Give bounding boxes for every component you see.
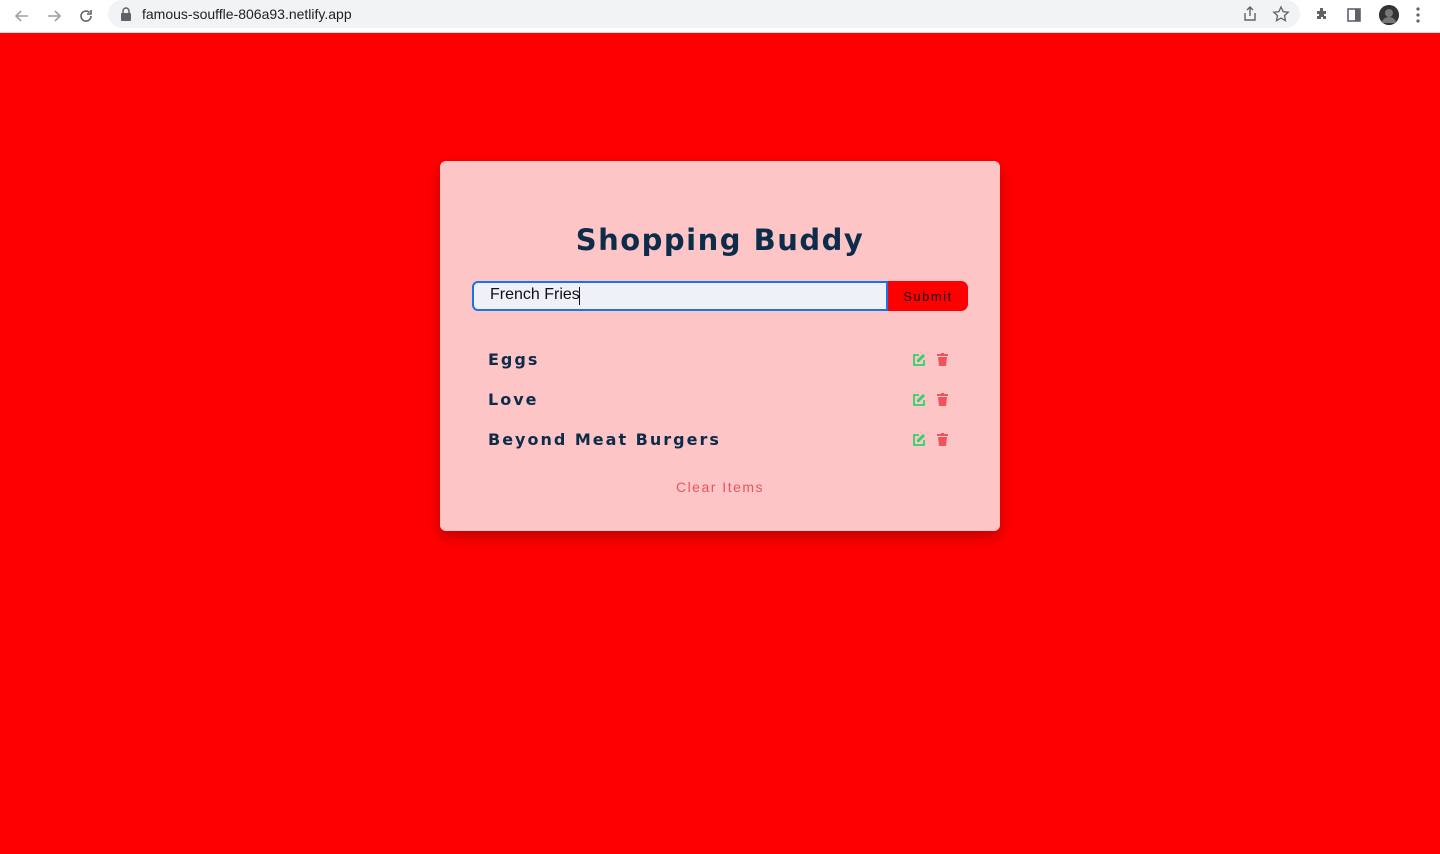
edit-icon[interactable] — [912, 393, 926, 407]
list-item-label: Eggs — [488, 350, 540, 369]
bookmark-star-icon[interactable] — [1272, 5, 1290, 23]
list-item-label: Love — [488, 390, 539, 409]
extensions-icon[interactable] — [1312, 5, 1332, 25]
edit-icon[interactable] — [912, 353, 926, 367]
app-title: Shopping Buddy — [575, 223, 865, 257]
trash-icon[interactable] — [937, 393, 948, 406]
browser-toolbar: famous-souffle-806a93.netlify.app — [0, 0, 1440, 33]
list-item-label: Beyond Meat Burgers — [488, 430, 721, 449]
submit-button[interactable]: Submit — [888, 281, 968, 311]
edit-icon[interactable] — [912, 433, 926, 447]
forward-icon[interactable] — [42, 4, 66, 28]
back-icon[interactable] — [10, 4, 34, 28]
text-caret — [579, 287, 580, 305]
address-bar[interactable]: famous-souffle-806a93.netlify.app — [108, 0, 1300, 28]
item-input-value: French Fries — [490, 286, 580, 303]
reload-icon[interactable] — [74, 4, 98, 28]
list-item: Love — [488, 390, 958, 414]
menu-kebab-icon[interactable] — [1408, 5, 1428, 25]
side-panel-icon[interactable] — [1344, 5, 1364, 25]
trash-icon[interactable] — [937, 433, 948, 446]
share-icon[interactable] — [1241, 5, 1259, 23]
shopping-card — [440, 161, 1000, 531]
list-item: Eggs — [488, 350, 958, 374]
url-text: famous-souffle-806a93.netlify.app — [142, 6, 352, 22]
trash-icon[interactable] — [937, 353, 948, 366]
clear-items-button[interactable]: Clear Items — [0, 479, 1440, 495]
list-item: Beyond Meat Burgers — [488, 430, 958, 454]
profile-avatar[interactable] — [1379, 5, 1399, 25]
lock-icon — [121, 7, 131, 21]
